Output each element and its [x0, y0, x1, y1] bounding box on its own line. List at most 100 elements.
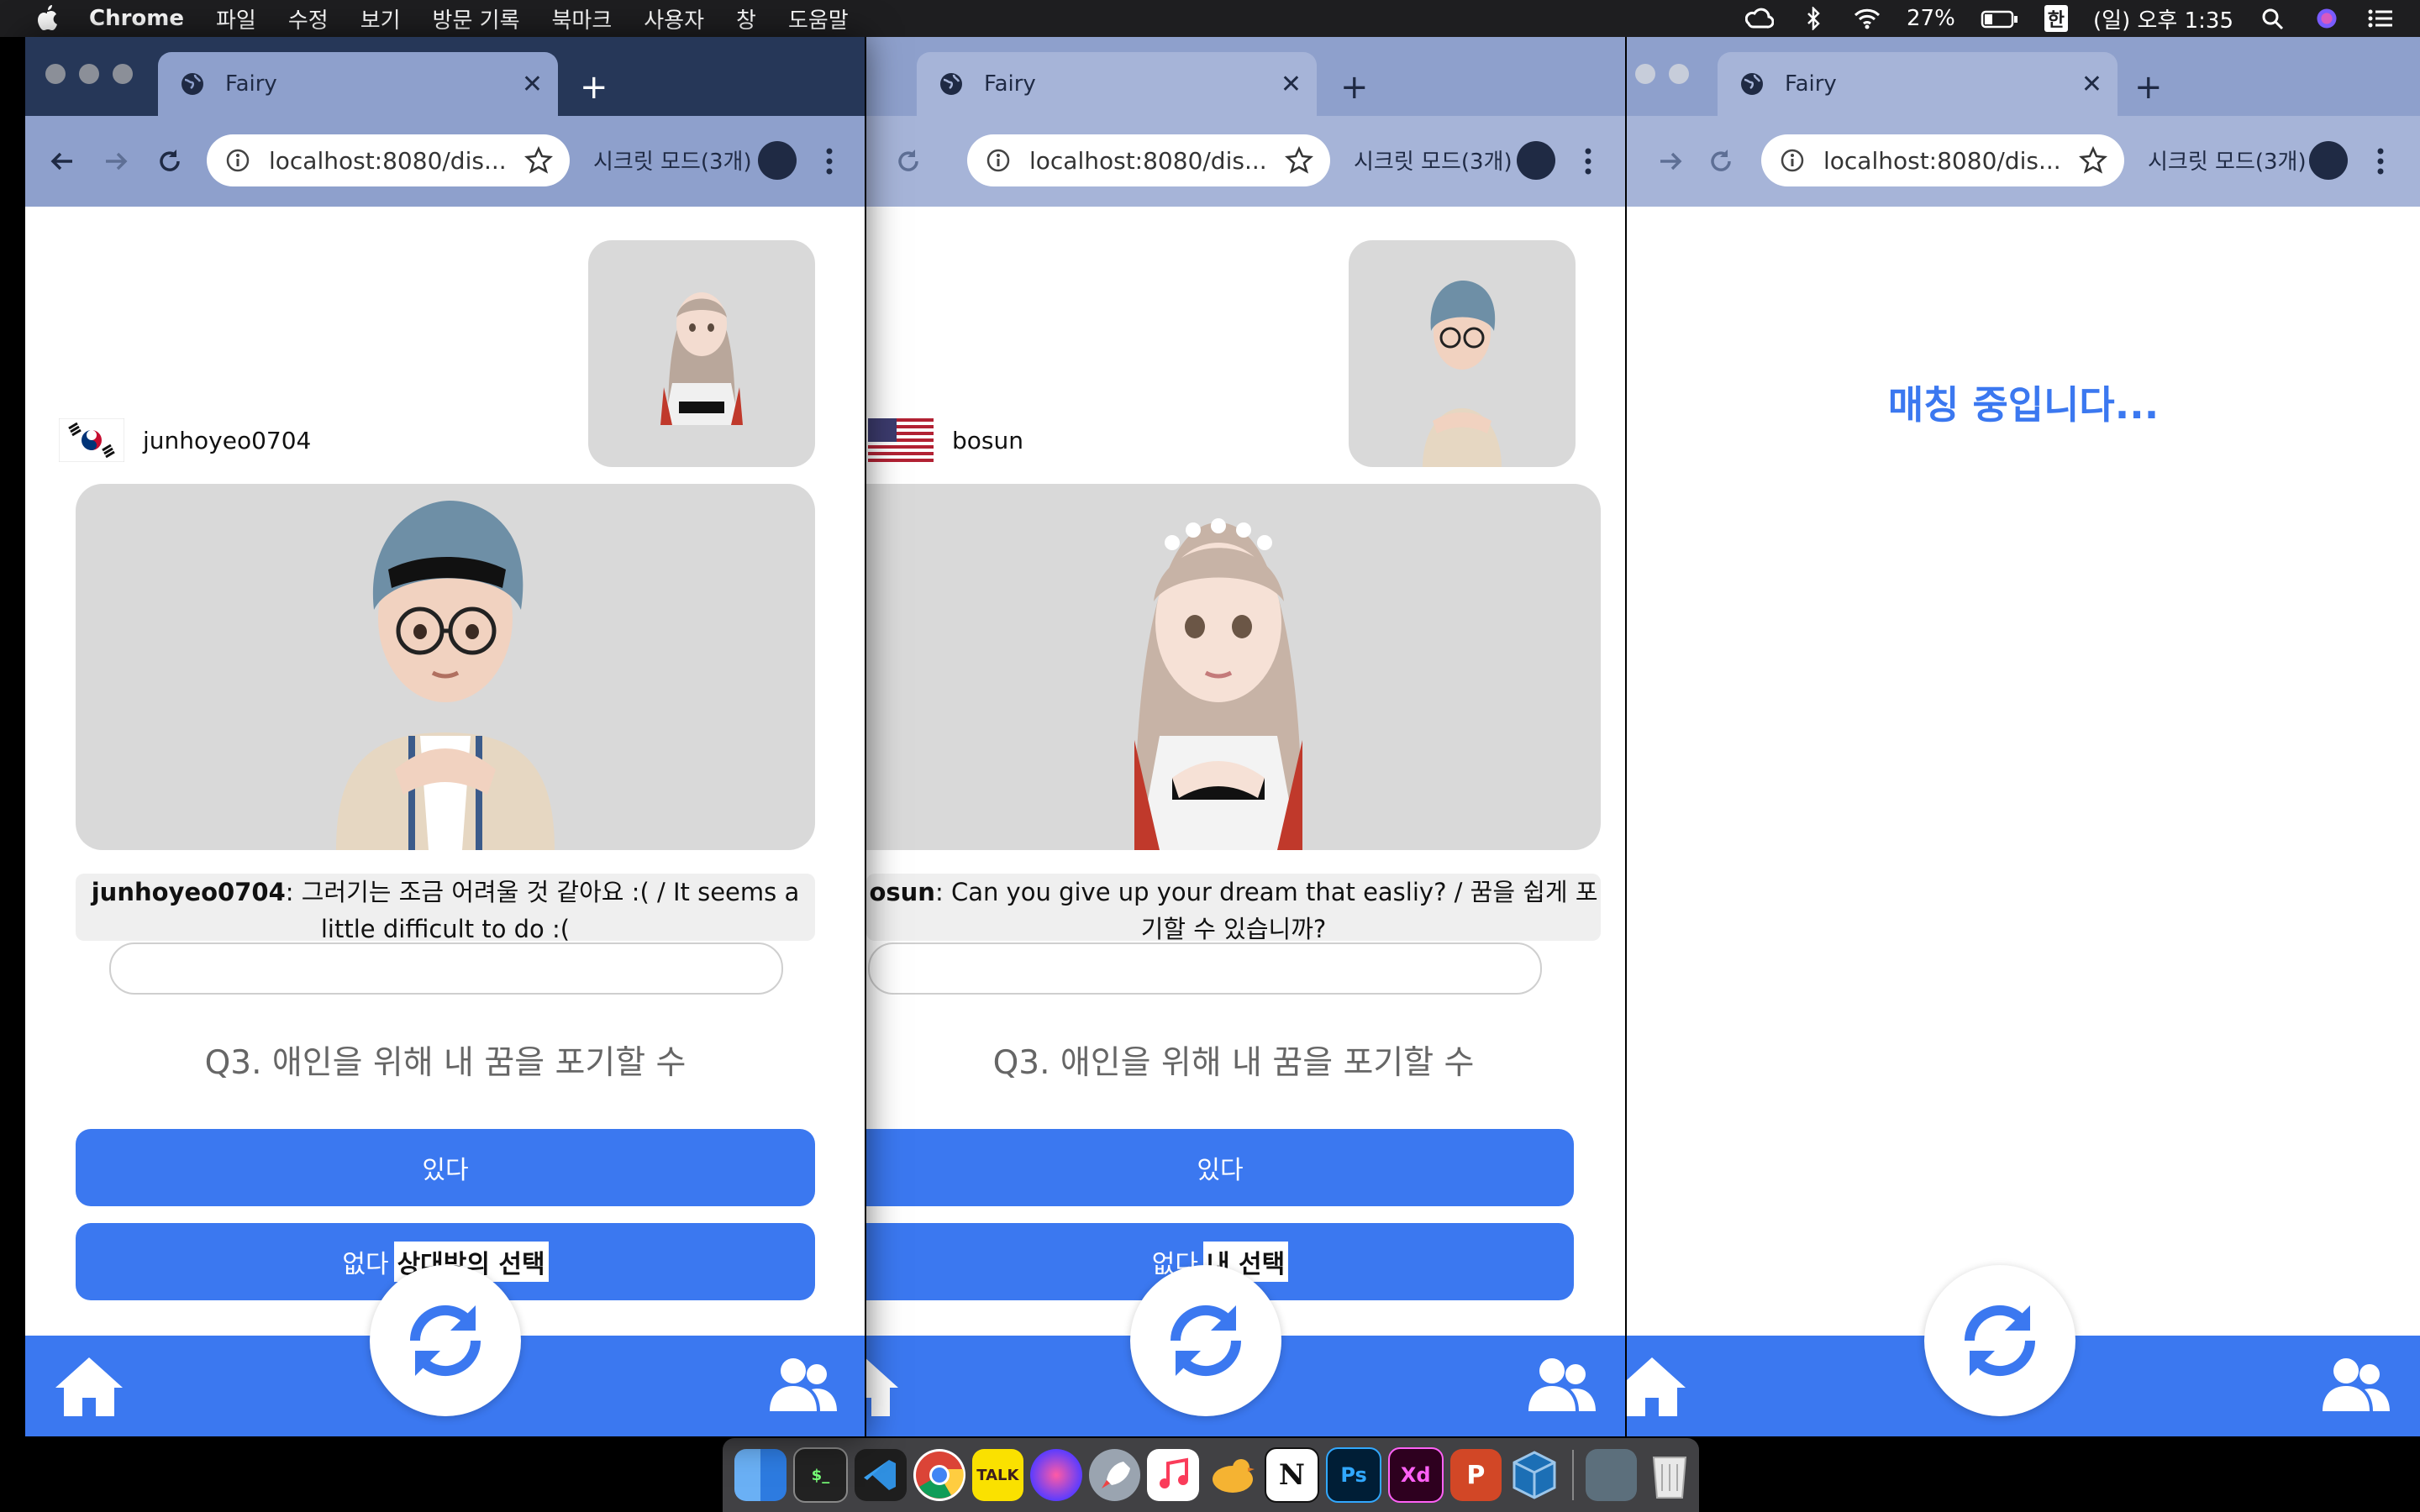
music-icon[interactable] [1147, 1449, 1199, 1501]
more-menu-icon[interactable] [825, 144, 834, 178]
creative-cloud-icon[interactable] [1744, 7, 1774, 30]
siri-icon[interactable] [2312, 7, 2341, 30]
incognito-icon[interactable] [2309, 141, 2348, 180]
new-tab-button[interactable]: + [2134, 71, 2163, 104]
tab-title: Fairy [984, 71, 1036, 97]
powerpoint-icon[interactable]: P [1449, 1449, 1502, 1501]
finder-icon[interactable] [734, 1449, 786, 1501]
bookmark-star-icon[interactable] [1285, 146, 1313, 175]
reload-icon[interactable] [1706, 146, 1736, 176]
address-bar[interactable]: localhost:8080/dis... [1761, 134, 2124, 186]
spotlight-search-icon[interactable] [2259, 7, 2287, 30]
address-bar[interactable]: localhost:8080/dis... [207, 134, 570, 186]
browser-tab[interactable]: Fairy ✕ [917, 52, 1317, 116]
close-window-button[interactable] [1635, 64, 1655, 84]
menu-view[interactable]: 보기 [360, 3, 401, 34]
browser-tab[interactable]: Fairy ✕ [158, 52, 558, 116]
back-arrow-icon[interactable] [47, 146, 77, 176]
refresh-match-button[interactable] [370, 1265, 521, 1416]
info-icon[interactable] [1780, 148, 1805, 173]
incognito-icon[interactable] [758, 141, 797, 180]
new-tab-button[interactable]: + [1340, 71, 1369, 104]
forward-arrow-icon[interactable] [1655, 146, 1686, 176]
menu-profiles[interactable]: 사용자 [644, 3, 704, 34]
partner-video-small [1349, 240, 1576, 467]
vscode-icon[interactable] [855, 1449, 907, 1501]
apple-menu-icon[interactable] [34, 3, 60, 34]
address-bar[interactable]: localhost:8080/dis... [967, 134, 1330, 186]
refresh-icon [1170, 1305, 1242, 1377]
page-content: 매칭 중입니다... [1627, 207, 2420, 1436]
minimize-window-button[interactable] [79, 64, 99, 84]
chat-input[interactable] [868, 942, 1542, 995]
bookmark-star-icon[interactable] [524, 146, 553, 175]
answer-yes-button[interactable]: 있다 [866, 1129, 1574, 1206]
xd-icon[interactable]: Xd [1387, 1447, 1444, 1503]
notion-icon[interactable]: N [1264, 1447, 1320, 1503]
bookmark-star-icon[interactable] [2079, 146, 2107, 175]
wifi-icon[interactable] [1853, 7, 1881, 30]
reload-icon[interactable] [155, 146, 185, 176]
browser-tab[interactable]: Fairy ✕ [1718, 52, 2118, 116]
new-tab-button[interactable]: + [580, 71, 608, 104]
screenshot-folder-icon[interactable] [1585, 1449, 1638, 1501]
battery-icon[interactable] [1981, 7, 2019, 30]
trash-icon[interactable] [1644, 1449, 1696, 1501]
home-icon[interactable] [866, 1354, 900, 1418]
virtualbox-icon[interactable] [1508, 1449, 1560, 1501]
menu-window[interactable]: 창 [736, 3, 756, 34]
menu-help[interactable]: 도움말 [788, 3, 849, 34]
partner-username: junhoyeo0704 [143, 426, 312, 454]
more-menu-icon[interactable] [1584, 144, 1592, 178]
answer-yes-button[interactable]: 있다 [76, 1129, 815, 1206]
partner-info: junhoyeo0704 [59, 418, 311, 462]
refresh-match-button[interactable] [1130, 1265, 1281, 1416]
friends-icon[interactable] [768, 1356, 839, 1413]
globe-icon [940, 73, 962, 95]
info-icon[interactable] [986, 148, 1011, 173]
home-icon[interactable] [54, 1354, 124, 1418]
refresh-match-button[interactable] [1924, 1265, 2075, 1416]
menubar-clock[interactable]: (일) 오후 1:35 [2093, 3, 2233, 34]
chat-text: : 그러기는 조금 어려울 것 같아요 :( / It seems a litt… [285, 878, 800, 941]
matching-status: 매칭 중입니다... [1887, 382, 2160, 428]
tab-close-icon[interactable]: ✕ [522, 70, 543, 99]
terminal-icon[interactable]: $_ [792, 1447, 849, 1503]
chrome-icon[interactable] [913, 1449, 965, 1501]
incognito-icon[interactable] [1517, 141, 1555, 180]
chat-text: : Can you give up your dream that easliy… [934, 878, 1598, 941]
incognito-label[interactable]: 시크릿 모드(3개) [593, 144, 752, 176]
menu-app-name[interactable]: Chrome [89, 6, 184, 31]
kakaotalk-icon[interactable]: TALK [971, 1449, 1024, 1501]
tab-close-icon[interactable]: ✕ [2081, 70, 2102, 99]
photoshop-icon[interactable]: Ps [1326, 1447, 1381, 1503]
input-source-indicator[interactable]: 한 [2044, 5, 2069, 32]
tab-close-icon[interactable]: ✕ [1281, 70, 1302, 99]
page-content: junhoyeo0704 junhoyeo0704: 그러기는 조금 어려울 것… [25, 207, 865, 1436]
url-text: localhost:8080/dis... [1029, 146, 1267, 175]
close-window-button[interactable] [45, 64, 66, 84]
chat-sender: osun [869, 878, 935, 906]
siri-icon[interactable] [1030, 1449, 1082, 1501]
chat-input[interactable] [109, 942, 783, 995]
info-icon[interactable] [225, 148, 250, 173]
friends-icon[interactable] [2321, 1356, 2391, 1413]
menu-file[interactable]: 파일 [216, 3, 256, 34]
friends-icon[interactable] [1527, 1356, 1597, 1413]
cyberduck-icon[interactable] [1206, 1449, 1258, 1501]
girl-avatar-icon [660, 292, 743, 425]
bluetooth-icon[interactable] [1799, 7, 1828, 30]
launchpad-icon[interactable] [1088, 1449, 1141, 1501]
minimize-window-button[interactable] [1669, 64, 1689, 84]
more-menu-icon[interactable] [2376, 144, 2385, 178]
notification-center-icon[interactable] [2366, 7, 2395, 30]
incognito-label[interactable]: 시크릿 모드(3개) [2148, 144, 2307, 176]
menu-history[interactable]: 방문 기록 [433, 3, 520, 34]
incognito-label[interactable]: 시크릿 모드(3개) [1354, 144, 1512, 176]
forward-arrow-icon[interactable] [101, 146, 131, 176]
menu-edit[interactable]: 수정 [288, 3, 329, 34]
menu-bookmarks[interactable]: 북마크 [552, 3, 613, 34]
reload-icon[interactable] [893, 146, 923, 176]
maximize-window-button[interactable] [113, 64, 133, 84]
home-icon[interactable] [1627, 1354, 1687, 1418]
